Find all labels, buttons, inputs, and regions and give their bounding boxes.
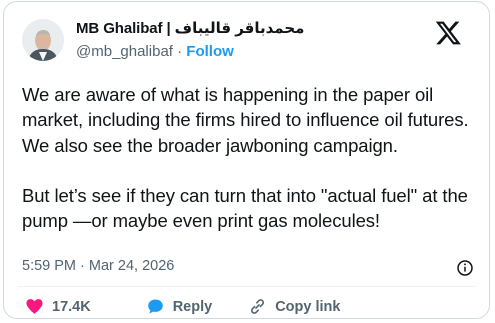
like-button[interactable]: 17.4K bbox=[25, 297, 91, 316]
link-icon bbox=[251, 299, 265, 314]
handle-separator: · bbox=[177, 43, 183, 60]
tweet-text: We are aware of what is happening in the… bbox=[22, 82, 484, 233]
follow-button[interactable]: Follow bbox=[186, 43, 234, 60]
info-icon[interactable] bbox=[456, 259, 474, 277]
x-logo-icon[interactable] bbox=[435, 20, 461, 46]
tweet-paragraph-2: But let’s see if they can turn that into… bbox=[22, 184, 468, 232]
reply-bubble-icon bbox=[147, 299, 163, 314]
tweet-card: MB Ghalibaf | محمدباقر قالیباف @mb_ghali… bbox=[3, 1, 490, 319]
reply-label: Reply bbox=[172, 298, 213, 315]
like-count: 17.4K bbox=[52, 298, 91, 315]
tweet-paragraph-1: We are aware of what is happening in the… bbox=[22, 84, 469, 156]
author-handle[interactable]: @mb_ghalibaf bbox=[76, 43, 173, 60]
reply-button[interactable]: Reply bbox=[146, 297, 213, 316]
author-avatar[interactable] bbox=[22, 19, 64, 61]
author-name-row: MB Ghalibaf | محمدباقر قالیباف bbox=[76, 19, 305, 37]
author-display-name[interactable]: MB Ghalibaf | محمدباقر قالیباف bbox=[76, 19, 305, 37]
tweet-timestamp[interactable]: 5:59 PM · Mar 24, 2026 bbox=[22, 258, 174, 274]
action-divider bbox=[18, 286, 475, 287]
copy-link-label: Copy link bbox=[275, 298, 341, 315]
avatar-portrait-icon bbox=[22, 19, 64, 61]
author-handle-row: @mb_ghalibaf · Follow bbox=[76, 43, 234, 60]
heart-icon bbox=[26, 299, 43, 314]
tweet-header: MB Ghalibaf | محمدباقر قالیباف @mb_ghali… bbox=[18, 16, 475, 68]
copy-link-button[interactable]: Copy link bbox=[248, 297, 340, 316]
tweet-actions: 17.4K Reply Copy link bbox=[25, 297, 340, 316]
